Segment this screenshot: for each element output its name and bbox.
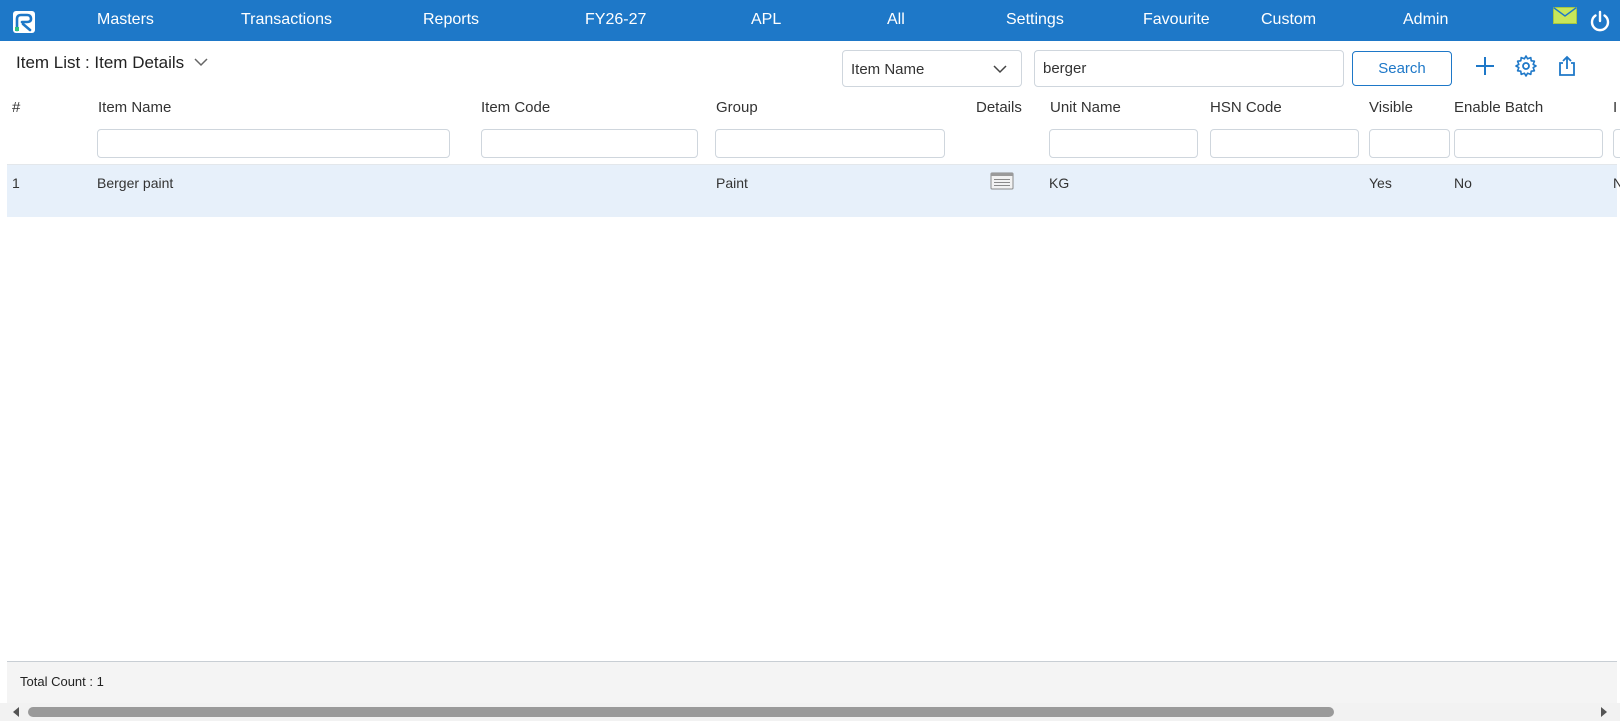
search-field-select[interactable]: Item Name	[842, 50, 1022, 87]
filter-item-name[interactable]	[97, 129, 450, 158]
filter-item-code[interactable]	[481, 129, 698, 158]
logo-icon[interactable]	[12, 10, 36, 34]
filter-visible[interactable]	[1369, 129, 1450, 158]
details-icon[interactable]	[990, 172, 1014, 190]
nav-all[interactable]: All	[887, 11, 905, 29]
mail-icon[interactable]	[1553, 7, 1577, 24]
column-header-clipped: I	[1613, 99, 1618, 116]
cell-index: 1	[12, 175, 20, 191]
nav-custom[interactable]: Custom	[1261, 11, 1316, 29]
horizontal-scrollbar[interactable]	[0, 703, 1620, 721]
filter-unit-name[interactable]	[1049, 129, 1198, 158]
footer-bar	[7, 662, 1617, 704]
nav-masters[interactable]: Masters	[97, 11, 154, 29]
column-header-item-code[interactable]: Item Code	[481, 99, 550, 116]
search-field-selected: Item Name	[851, 61, 925, 78]
cell-unit-name: KG	[1049, 175, 1070, 191]
cell-item-name[interactable]: Berger paint	[97, 175, 173, 191]
chevron-down-icon	[993, 65, 1007, 74]
power-icon[interactable]	[1589, 10, 1611, 32]
export-icon[interactable]	[1555, 54, 1579, 78]
page-title: Item List : Item Details	[16, 53, 185, 72]
cell-visible: Yes	[1369, 175, 1392, 191]
search-button[interactable]: Search	[1352, 51, 1452, 86]
cell-enable-batch: No	[1454, 175, 1472, 191]
scrollbar-thumb[interactable]	[28, 707, 1334, 717]
column-header-group[interactable]: Group	[716, 99, 758, 116]
nav-favourite[interactable]: Favourite	[1143, 11, 1210, 29]
column-header-enable-batch[interactable]: Enable Batch	[1454, 99, 1543, 116]
nav-settings[interactable]: Settings	[1006, 11, 1064, 29]
filter-hsn-code[interactable]	[1210, 129, 1359, 158]
filter-clipped[interactable]	[1613, 129, 1620, 158]
scroll-right-icon[interactable]	[1600, 707, 1608, 717]
cell-group: Paint	[716, 175, 748, 191]
nav-fiscal-year[interactable]: FY26-27	[585, 11, 646, 29]
chevron-down-icon[interactable]	[194, 57, 208, 67]
column-header-index: #	[12, 99, 21, 116]
filter-group[interactable]	[715, 129, 945, 158]
top-nav-bar: Masters Transactions Reports FY26-27 APL…	[0, 0, 1620, 41]
total-count: Total Count : 1	[20, 674, 104, 689]
table-row[interactable]	[7, 165, 1617, 217]
column-header-item-name[interactable]: Item Name	[98, 99, 171, 116]
nav-admin[interactable]: Admin	[1403, 11, 1448, 29]
column-header-details: Details	[976, 99, 1022, 116]
column-header-unit-name[interactable]: Unit Name	[1050, 99, 1121, 116]
search-input[interactable]	[1034, 50, 1344, 87]
cell-clipped: N	[1613, 175, 1620, 191]
nav-transactions[interactable]: Transactions	[241, 11, 332, 29]
gear-icon[interactable]	[1514, 54, 1538, 78]
column-header-visible[interactable]: Visible	[1369, 99, 1413, 116]
nav-apl[interactable]: APL	[751, 11, 781, 29]
nav-reports[interactable]: Reports	[423, 11, 479, 29]
column-header-hsn-code[interactable]: HSN Code	[1210, 99, 1282, 116]
filter-enable-batch[interactable]	[1454, 129, 1603, 158]
scroll-left-icon[interactable]	[12, 707, 20, 717]
plus-icon[interactable]	[1473, 54, 1497, 78]
